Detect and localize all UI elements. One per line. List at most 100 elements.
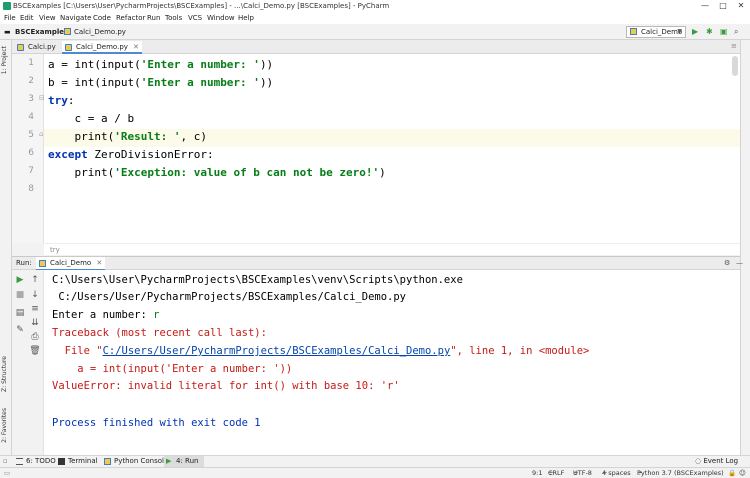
line-number: 5 bbox=[28, 130, 34, 140]
close-button[interactable]: ✕ bbox=[732, 0, 750, 12]
stop-icon[interactable]: ■ bbox=[14, 290, 26, 300]
gear-icon[interactable]: ⚙ bbox=[724, 257, 730, 270]
favorites-tool-tab[interactable]: 2: Favorites bbox=[1, 408, 8, 443]
code-line-4: c = a / b bbox=[48, 112, 135, 125]
console-command: C:\Users\User\PycharmProjects\BSCExample… bbox=[52, 274, 463, 286]
run-icon[interactable]: ▶ bbox=[692, 27, 698, 37]
window-title: BSCExamples [C:\Users\User\PycharmProjec… bbox=[13, 2, 390, 10]
rerun-icon[interactable]: ▶ bbox=[14, 275, 26, 285]
python-file-icon bbox=[17, 44, 24, 51]
tab-label: 4: Run bbox=[176, 457, 199, 465]
console-prompt: Enter a number: bbox=[52, 309, 154, 321]
console-error: ValueError: invalid literal for int() wi… bbox=[52, 380, 400, 392]
soft-wrap-icon[interactable]: ≡ bbox=[29, 304, 41, 314]
code-editor[interactable]: a = int(input('Enter a number: ')) b = i… bbox=[44, 54, 740, 243]
run-panel-title: Run: bbox=[16, 259, 32, 267]
close-icon[interactable]: ✕ bbox=[133, 41, 139, 53]
console-file-link[interactable]: C:/Users/User/PycharmProjects/BSCExample… bbox=[103, 345, 451, 357]
line-separator[interactable]: CRLF ÷ bbox=[548, 468, 564, 478]
status-bar: ▭ 9:1 CRLF ÷ UTF-8 ÷ 4 spaces ÷ Python 3… bbox=[0, 467, 750, 478]
menu-help[interactable]: Help bbox=[238, 12, 254, 24]
tab-calci-demo[interactable]: Calci_Demo.py ✕ bbox=[62, 41, 142, 54]
console-prompt-line: Enter a number: r bbox=[52, 309, 159, 321]
code-line-5: print('Result: ', c) bbox=[48, 130, 207, 143]
panel-toggle-icon[interactable]: ▫ bbox=[3, 456, 8, 467]
python-interpreter[interactable]: Python 3.7 (BSCExamples) ÷ bbox=[637, 468, 724, 478]
run-tab-label: Calci_Demo bbox=[50, 259, 92, 267]
editor-scrollbar[interactable] bbox=[732, 56, 738, 76]
print-icon[interactable]: ⎙ bbox=[29, 332, 41, 342]
run-icon: ▶ bbox=[166, 457, 172, 465]
menu-edit[interactable]: Edit bbox=[20, 12, 34, 24]
indent-setting[interactable]: 4 spaces ÷ bbox=[602, 468, 631, 478]
minimize-button[interactable]: — bbox=[696, 0, 714, 12]
line-number: 7 bbox=[28, 166, 34, 176]
navigation-bar: ▬ BSCExamples › Calci_Demo.py Calci_Demo… bbox=[0, 24, 750, 40]
terminal-icon bbox=[58, 458, 65, 465]
editor-breadcrumb[interactable]: try bbox=[44, 243, 740, 255]
arrow-up-icon[interactable]: ↑ bbox=[29, 275, 41, 285]
run-toolbar: ▶ ↑ ■ ↓ ≡ ▤ ⇊ ✎ ⎙ 🗑 bbox=[12, 270, 44, 455]
inspector-icon[interactable]: ☺ bbox=[739, 468, 746, 478]
maximize-button[interactable]: □ bbox=[714, 0, 732, 12]
pycharm-logo-icon bbox=[3, 2, 11, 10]
run-console[interactable]: C:\Users\User\PycharmProjects\BSCExample… bbox=[44, 270, 740, 455]
chevron-down-icon: ▼ bbox=[677, 28, 682, 35]
code-line-3: try: bbox=[48, 94, 75, 107]
line-number: 3 bbox=[28, 94, 34, 104]
project-tool-tab[interactable]: 1: Project bbox=[1, 46, 8, 74]
python-file-icon bbox=[39, 260, 46, 267]
code-line-1: a = int(input('Enter a number: ')) bbox=[48, 58, 274, 71]
folder-icon: ▬ bbox=[4, 28, 11, 36]
coverage-icon[interactable]: ▣ bbox=[720, 27, 728, 37]
line-number: 2 bbox=[28, 76, 34, 86]
trash-icon[interactable]: 🗑 bbox=[29, 346, 41, 356]
menu-view[interactable]: View bbox=[39, 12, 56, 24]
menu-navigate[interactable]: Navigate bbox=[60, 12, 91, 24]
fold-end-icon[interactable]: ⌂ bbox=[39, 130, 43, 138]
menu-run[interactable]: Run bbox=[147, 12, 160, 24]
arrow-down-icon[interactable]: ↓ bbox=[29, 290, 41, 300]
menu-tools[interactable]: Tools bbox=[165, 12, 182, 24]
menu-refactor[interactable]: Refactor bbox=[116, 12, 145, 24]
debug-icon[interactable]: ✱ bbox=[706, 27, 713, 37]
lock-icon[interactable]: 🔒 bbox=[728, 468, 736, 478]
tabs-menu-icon[interactable]: ≡ bbox=[731, 42, 737, 50]
breadcrumb-file[interactable]: Calci_Demo.py bbox=[74, 27, 126, 37]
line-number: 1 bbox=[28, 58, 34, 68]
run-panel-header: Run: Calci_Demo ✕ ⚙ — bbox=[12, 256, 743, 271]
chevron-right-icon: › bbox=[58, 28, 61, 36]
python-interpreter-label: Python 3.7 (BSCExamples) bbox=[637, 469, 724, 477]
file-encoding[interactable]: UTF-8 ÷ bbox=[573, 468, 592, 478]
run-configuration-label: Calci_Demo bbox=[641, 28, 683, 36]
scroll-to-end-icon[interactable]: ⇊ bbox=[29, 318, 41, 328]
todo-icon bbox=[16, 458, 23, 465]
menu-window[interactable]: Window bbox=[207, 12, 235, 24]
hide-panel-icon[interactable]: — bbox=[736, 257, 743, 270]
search-icon[interactable]: ⌕ bbox=[734, 27, 738, 37]
menu-vcs[interactable]: VCS bbox=[188, 12, 202, 24]
console-traceback: Traceback (most recent call last): bbox=[52, 327, 267, 339]
right-tool-stripe bbox=[740, 40, 750, 455]
tab-label: Python Console bbox=[114, 457, 169, 465]
run-configuration-select[interactable]: Calci_Demo ▼ bbox=[626, 26, 686, 38]
status-indicator-icon: ▭ bbox=[4, 469, 11, 477]
structure-tool-tab[interactable]: Z: Structure bbox=[1, 356, 8, 392]
caret-position[interactable]: 9:1 bbox=[532, 468, 542, 478]
editor-gutter: 1 2 3 4 5 6 7 8 ⊟ ⌂ bbox=[12, 54, 45, 243]
python-file-icon bbox=[64, 28, 71, 35]
python-console-icon bbox=[104, 458, 111, 465]
event-log-button[interactable]: ◌ Event Log bbox=[695, 456, 738, 467]
python-file-icon bbox=[65, 44, 72, 51]
close-icon[interactable]: ✕ bbox=[96, 257, 102, 270]
bottom-tool-tabs: ▫ 6: TODO Terminal Python Console ▶ 4: R… bbox=[0, 455, 750, 468]
event-log-label: Event Log bbox=[703, 457, 739, 465]
menu-file[interactable]: File bbox=[4, 12, 16, 24]
editor-tabs: Calci.py ✕ Calci_Demo.py ✕ ≡ bbox=[12, 40, 740, 54]
title-bar: BSCExamples [C:\Users\User\PycharmProjec… bbox=[0, 0, 750, 12]
run-tab-calci-demo[interactable]: Calci_Demo ✕ bbox=[36, 257, 106, 271]
layout-icon[interactable]: ▤ bbox=[14, 308, 26, 318]
tab-label: Calci.py bbox=[28, 43, 56, 51]
pin-icon[interactable]: ✎ bbox=[14, 325, 26, 335]
menu-code[interactable]: Code bbox=[93, 12, 111, 24]
